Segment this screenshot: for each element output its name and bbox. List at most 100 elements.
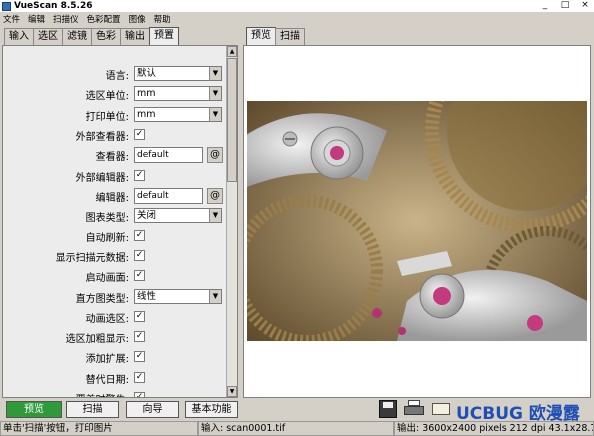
setting-checkbox[interactable]: ✓ (134, 311, 145, 322)
setting-label: 打印单位: (85, 112, 129, 123)
scan-button[interactable]: 扫描 (66, 401, 119, 418)
status-bar: 单击'扫描'按钮，打印图片 输入: scan0001.tif 输出: 3600x… (0, 421, 594, 436)
basic-mode-button[interactable]: 基本功能 (185, 401, 238, 418)
tab-crop[interactable]: 选区 (33, 28, 63, 45)
watch-gears-image (247, 101, 587, 341)
button-bar: 预览 扫描 向导 基本功能 UCBUG 欧漫露 (0, 399, 594, 424)
setting-text-field[interactable]: default (134, 188, 203, 204)
scroll-up-arrow-icon[interactable]: ▲ (227, 46, 237, 57)
setting-row: 选区加粗显示: ✓ (3, 329, 227, 345)
setting-label: 查看器: (95, 152, 129, 163)
scroll-down-arrow-icon[interactable]: ▼ (227, 386, 237, 397)
setting-checkbox[interactable]: ✓ (134, 250, 145, 261)
chevron-down-icon[interactable]: ▼ (209, 209, 221, 222)
tab-output[interactable]: 输出 (120, 28, 150, 45)
save-icon[interactable] (379, 400, 397, 418)
dropdown-value: 默认 (137, 68, 157, 79)
setting-row: 显示扫描元数据: ✓ (3, 248, 227, 264)
setting-row: 启动画面: ✓ (3, 268, 227, 284)
setting-checkbox[interactable]: ✓ (134, 129, 145, 140)
setting-label: 选区加粗显示: (65, 334, 129, 345)
status-output: 输出: 3600x2400 pixels 212 dpi 43.1x28.7 c… (394, 421, 594, 436)
menu-bar: 文件 编辑 扫描仪 色彩配置 图像 帮助 (0, 12, 594, 25)
chevron-down-icon[interactable]: ▼ (209, 87, 221, 100)
minimize-button[interactable]: _ (540, 0, 550, 10)
setting-checkbox[interactable]: ✓ (134, 392, 145, 397)
menu-color-profile[interactable]: 色彩配置 (87, 13, 121, 25)
left-tab-strip: 输入 选区 滤镜 色彩 输出 预置 (4, 27, 179, 45)
setting-label: 直方图类型: (75, 294, 129, 305)
setting-row: 替代日期: ✓ (3, 370, 227, 386)
setting-label: 启动画面: (85, 273, 129, 284)
maximize-button[interactable]: □ (560, 0, 570, 10)
chevron-down-icon[interactable]: ▼ (209, 108, 221, 121)
setting-label: 编辑器: (95, 193, 129, 204)
menu-file[interactable]: 文件 (3, 13, 20, 25)
setting-label: 覆盖时警告: (76, 391, 129, 397)
browse-button[interactable]: @ (207, 147, 223, 163)
setting-row: 动画选区: ✓ (3, 309, 227, 325)
setting-row: 语言: 默认 ▼ (3, 66, 227, 82)
window-title: VueScan 8.5.26 (14, 1, 93, 11)
settings-scrollbar[interactable]: ▲ ▼ (226, 46, 237, 397)
setting-row: 打印单位: mm ▼ (3, 107, 227, 123)
tab-input[interactable]: 输入 (4, 28, 34, 45)
dropdown-value: 线性 (137, 291, 157, 302)
print-icon[interactable] (404, 400, 424, 418)
setting-checkbox[interactable]: ✓ (134, 372, 145, 383)
setting-row: 覆盖时警告: ✓ (3, 390, 227, 397)
setting-dropdown[interactable]: mm ▼ (134, 86, 222, 101)
tab-prefs[interactable]: 预置 (149, 27, 179, 45)
tab-scan[interactable]: 扫描 (275, 28, 305, 45)
wizard-button[interactable]: 向导 (126, 401, 179, 418)
setting-label: 添加扩展: (85, 354, 129, 365)
browse-button[interactable]: @ (207, 188, 223, 204)
preview-panel (243, 45, 591, 398)
window-controls: _ □ × (540, 0, 590, 10)
setting-row: 添加扩展: ✓ (3, 349, 227, 365)
preview-image[interactable] (247, 101, 587, 341)
vuescan-window: VueScan 8.5.26 _ □ × 文件 编辑 扫描仪 色彩配置 图像 帮… (0, 0, 594, 436)
chevron-down-icon[interactable]: ▼ (209, 67, 221, 80)
dropdown-value: mm (137, 88, 156, 99)
setting-checkbox[interactable]: ✓ (134, 331, 145, 342)
chevron-down-icon[interactable]: ▼ (209, 290, 221, 303)
setting-row: 外部查看器: ✓ (3, 127, 227, 143)
menu-edit[interactable]: 编辑 (28, 13, 45, 25)
tab-filter[interactable]: 滤镜 (62, 28, 92, 45)
setting-label: 替代日期: (85, 375, 129, 386)
setting-label: 图表类型: (85, 213, 129, 224)
setting-row: 查看器: default @ (3, 147, 227, 163)
setting-label: 选区单位: (85, 91, 129, 102)
right-tab-strip: 预览 扫描 (246, 27, 305, 45)
setting-dropdown[interactable]: 关闭 ▼ (134, 208, 222, 223)
dropdown-value: 关闭 (137, 210, 157, 221)
settings-panel: 语言: 默认 ▼ 选区单位: mm ▼ 打印单位: mm ▼ 外部查看器: ✓ 查看器: default… (2, 45, 238, 398)
scroll-thumb[interactable] (227, 58, 237, 182)
setting-row: 外部编辑器: ✓ (3, 168, 227, 184)
status-hint: 单击'扫描'按钮，打印图片 (0, 421, 198, 436)
setting-text-field[interactable]: default (134, 147, 203, 163)
email-icon[interactable] (432, 403, 450, 415)
menu-scanner[interactable]: 扫描仪 (53, 13, 79, 25)
setting-row: 图表类型: 关闭 ▼ (3, 208, 227, 224)
preview-button[interactable]: 预览 (6, 401, 62, 418)
setting-label: 语言: (105, 71, 129, 82)
menu-image[interactable]: 图像 (129, 13, 146, 25)
close-button[interactable]: × (580, 0, 590, 10)
setting-checkbox[interactable]: ✓ (134, 270, 145, 281)
setting-row: 直方图类型: 线性 ▼ (3, 289, 227, 305)
setting-checkbox[interactable]: ✓ (134, 351, 145, 362)
setting-label: 外部编辑器: (75, 173, 129, 184)
setting-row: 编辑器: default @ (3, 188, 227, 204)
tab-preview[interactable]: 预览 (246, 27, 276, 45)
setting-checkbox[interactable]: ✓ (134, 170, 145, 181)
tab-color[interactable]: 色彩 (91, 28, 121, 45)
setting-label: 外部查看器: (75, 132, 129, 143)
setting-dropdown[interactable]: mm ▼ (134, 107, 222, 122)
setting-dropdown[interactable]: 线性 ▼ (134, 289, 222, 304)
setting-label: 自动刷新: (85, 233, 129, 244)
setting-dropdown[interactable]: 默认 ▼ (134, 66, 222, 81)
menu-help[interactable]: 帮助 (154, 13, 171, 25)
setting-checkbox[interactable]: ✓ (134, 230, 145, 241)
